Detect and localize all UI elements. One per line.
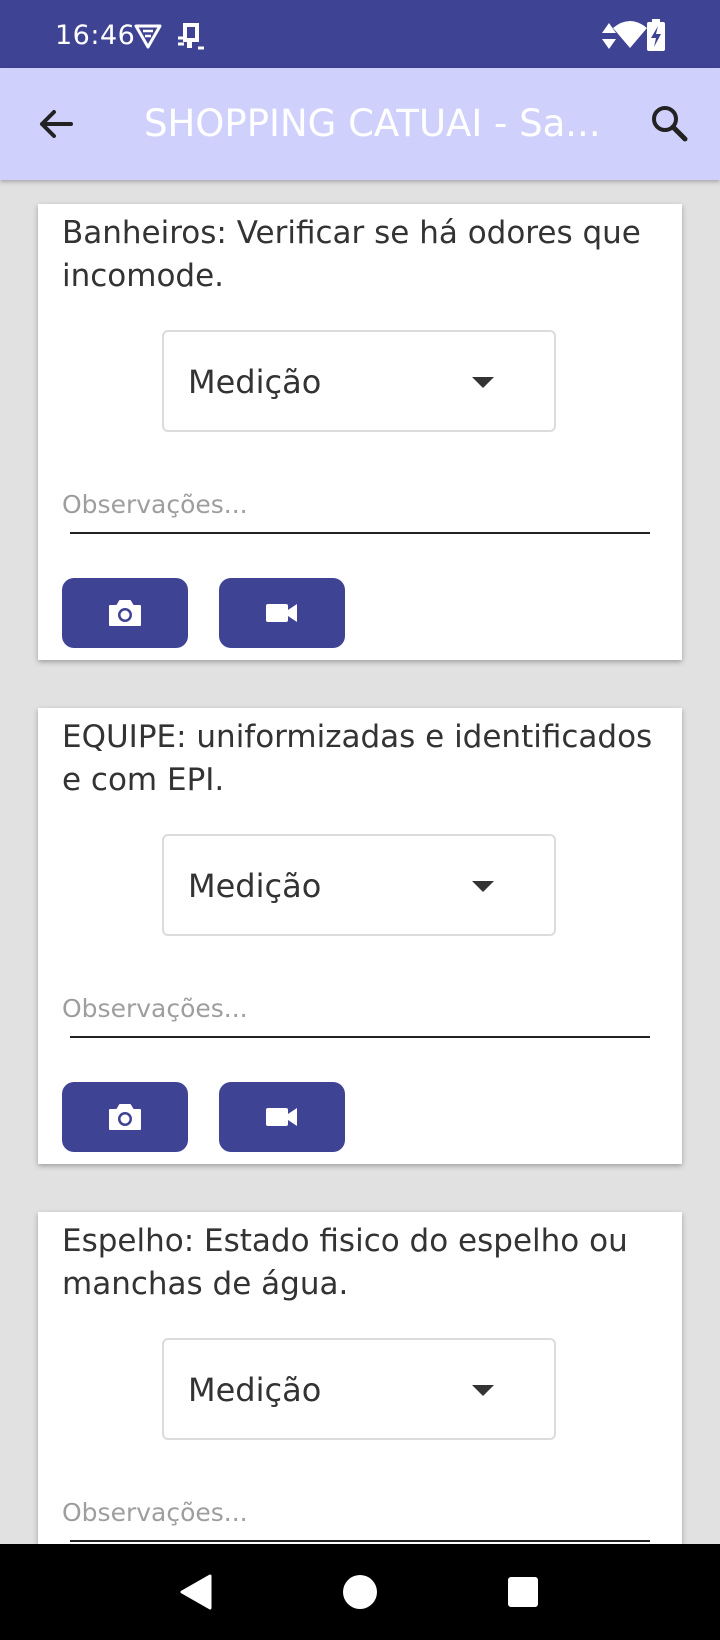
videocam-icon — [266, 1108, 297, 1126]
camera-icon — [109, 600, 141, 626]
page-title: SHOPPING CATUAI - Sa... — [144, 102, 601, 145]
select-label: Medição — [188, 1371, 322, 1409]
select-label: Medição — [188, 867, 322, 905]
observations-field — [62, 482, 658, 536]
wifi-icon — [613, 21, 647, 48]
status-bar: 16:46 — [0, 0, 720, 68]
vpn-key-icon — [134, 24, 162, 49]
observations-input[interactable] — [62, 986, 658, 1030]
search-icon — [652, 106, 688, 142]
observations-field — [62, 1490, 658, 1544]
item-question: Espelho: Estado fisico do espelho ou man… — [62, 1223, 628, 1302]
checklist-item: EQUIPE: uniformizadas e identificados e … — [38, 708, 682, 1164]
checklist-item: Banheiros: Verificar se há odores que in… — [38, 204, 682, 660]
camera-icon — [109, 1104, 141, 1130]
observations-input[interactable] — [62, 482, 658, 526]
checklist-list[interactable]: Banheiros: Verificar se há odores que in… — [0, 180, 720, 1544]
measurement-select[interactable]: Medição — [162, 1338, 556, 1440]
measurement-select[interactable]: Medição — [162, 834, 556, 936]
dropdown-arrow-icon — [472, 377, 494, 388]
video-button[interactable] — [219, 1082, 345, 1152]
back-button[interactable] — [26, 94, 86, 154]
checklist-item: Espelho: Estado fisico do espelho ou man… — [38, 1212, 682, 1544]
observations-field — [62, 986, 658, 1040]
photo-button[interactable] — [62, 1082, 188, 1152]
nav-back-icon[interactable] — [176, 1572, 216, 1612]
search-button[interactable] — [640, 94, 700, 154]
nav-recents-icon[interactable] — [505, 1574, 541, 1610]
photo-button[interactable] — [62, 578, 188, 648]
item-question: EQUIPE: uniformizadas e identificados e … — [62, 719, 653, 798]
nav-home-icon[interactable] — [340, 1572, 380, 1612]
select-label: Medição — [188, 363, 322, 401]
dropdown-arrow-icon — [472, 1385, 494, 1396]
input-underline — [70, 1036, 650, 1038]
battery-charging-icon — [647, 19, 665, 51]
app-bar: SHOPPING CATUAI - Sa... — [0, 68, 720, 180]
input-underline — [70, 532, 650, 534]
video-button[interactable] — [219, 578, 345, 648]
item-question: Banheiros: Verificar se há odores que in… — [62, 215, 641, 294]
status-time: 16:46 — [55, 20, 136, 51]
measurement-select[interactable]: Medição — [162, 330, 556, 432]
observations-input[interactable] — [62, 1490, 658, 1534]
dropdown-arrow-icon — [472, 881, 494, 892]
input-underline — [70, 1540, 650, 1542]
arrow-back-icon — [40, 110, 73, 138]
videocam-icon — [266, 604, 297, 622]
cast-icon — [178, 23, 204, 50]
system-nav-bar — [0, 1544, 720, 1640]
